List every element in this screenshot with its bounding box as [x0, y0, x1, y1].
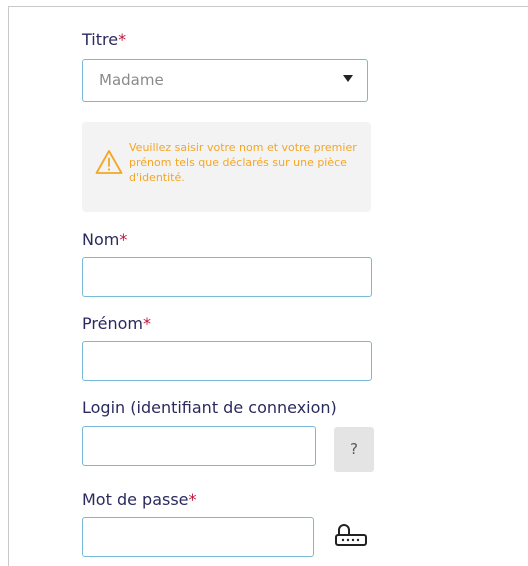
titre-selected-value: Madame	[99, 71, 164, 89]
notice-text: Veuillez saisir votre nom et votre premi…	[129, 141, 357, 184]
password-input[interactable]	[83, 518, 313, 556]
password-label: Mot de passe*	[82, 490, 197, 510]
required-mark: *	[119, 230, 128, 249]
nom-label: Nom*	[82, 230, 127, 250]
login-field	[82, 426, 316, 466]
nom-field	[82, 257, 372, 297]
titre-label-text: Titre	[82, 30, 119, 49]
required-mark: *	[188, 490, 197, 509]
titre-select[interactable]: Madame	[82, 59, 368, 102]
nom-label-text: Nom	[82, 230, 120, 249]
identity-notice: Veuillez saisir votre nom et votre premi…	[82, 122, 371, 212]
chevron-down-icon	[343, 75, 353, 82]
prenom-label-text: Prénom	[82, 314, 143, 333]
prenom-field	[82, 341, 372, 381]
prenom-label: Prénom*	[82, 314, 151, 334]
password-field	[82, 517, 314, 557]
password-label-text: Mot de passe	[82, 490, 189, 509]
login-help-button[interactable]: ?	[334, 427, 374, 472]
required-mark: *	[142, 314, 151, 333]
prenom-input[interactable]	[83, 342, 371, 380]
required-mark: *	[118, 30, 127, 49]
titre-label: Titre*	[82, 30, 126, 50]
login-input[interactable]	[83, 427, 315, 465]
virtual-keyboard-icon[interactable]	[333, 523, 369, 547]
nom-input[interactable]	[83, 258, 371, 296]
warning-icon	[95, 150, 123, 174]
login-label: Login (identifiant de connexion)	[82, 398, 337, 417]
